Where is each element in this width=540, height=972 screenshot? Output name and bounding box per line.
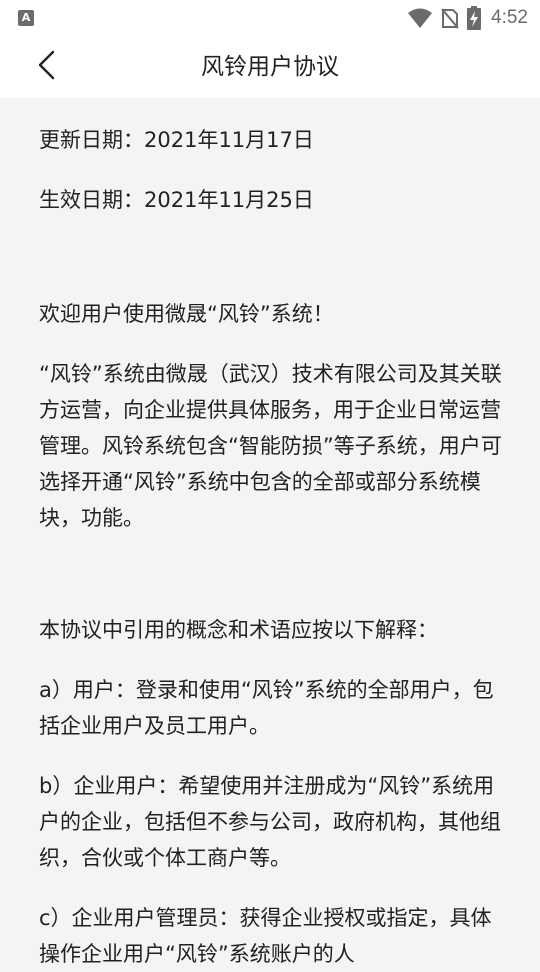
welcome-text: 欢迎用户使用微晟“风铃”系统！	[39, 302, 334, 326]
update-date: 更新日期：2021年11月17日	[39, 128, 314, 152]
intro-paragraph: “风铃”系统由微晟（武汉）技术有限公司及其关联方运营，向企业提供具体服务，用于企…	[39, 362, 502, 530]
terms-intro: 本协议中引用的概念和术语应按以下解释：	[39, 618, 438, 642]
status-time: 4:52	[491, 7, 528, 28]
battery-charging-icon	[467, 6, 482, 30]
no-sim-icon	[441, 7, 459, 29]
notification-a-icon: A	[18, 10, 34, 26]
term-b: b）企业用户：希望使用并注册成为“风铃”系统用户的企业，包括但不参与公司，政府机…	[39, 774, 501, 870]
page-title: 风铃用户协议	[201, 54, 339, 80]
wifi-icon	[407, 7, 433, 29]
status-bar: A 4:52	[0, 0, 540, 36]
term-a: a）用户：登录和使用“风铃”系统的全部用户，包括企业用户及员工用户。	[39, 678, 494, 738]
back-button[interactable]	[24, 44, 70, 90]
term-c: c）企业用户管理员：获得企业授权或指定，具体操作企业用户“风铃”系统账户的人	[39, 906, 492, 966]
app-bar: 风铃用户协议	[0, 36, 540, 98]
status-icons: 4:52	[407, 5, 528, 31]
chevron-left-icon	[37, 50, 57, 84]
effective-date: 生效日期：2021年11月25日	[39, 188, 314, 212]
